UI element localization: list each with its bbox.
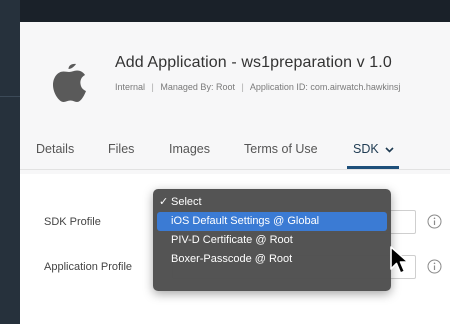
app-title: Add Application - ws1preparation v 1.0 — [115, 54, 392, 71]
tab-details[interactable]: Details — [36, 142, 74, 156]
app-meta-line: Internal | Managed By: Root | Applicatio… — [115, 82, 450, 92]
pointer-cursor-icon — [390, 246, 409, 274]
background-window-strip — [0, 0, 450, 22]
sdk-profile-dropdown-menu: Select iOS Default Settings @ Global PIV… — [153, 189, 391, 291]
app-id: Application ID: com.airwatch.hawkinsj — [249, 82, 401, 92]
dropdown-option-ios-default-settings[interactable]: iOS Default Settings @ Global — [157, 212, 387, 231]
chevron-down-icon — [385, 147, 394, 153]
application-profile-label: Application Profile — [44, 261, 133, 273]
dropdown-option-select[interactable]: Select — [153, 193, 391, 212]
tab-sdk[interactable]: SDK — [353, 142, 394, 156]
meta-separator: | — [151, 82, 154, 92]
background-divider — [0, 96, 20, 97]
background-sidebar-strip — [0, 0, 20, 324]
tab-sdk-label: SDK — [353, 142, 379, 156]
tab-bar: Details Files Images Terms of Use SDK — [20, 142, 450, 172]
tab-images[interactable]: Images — [169, 142, 210, 156]
info-icon[interactable] — [427, 214, 442, 229]
info-icon[interactable] — [427, 259, 442, 274]
meta-separator: | — [241, 82, 244, 92]
tab-terms-of-use[interactable]: Terms of Use — [244, 142, 318, 156]
apple-logo-icon — [53, 63, 86, 102]
dropdown-option-piv-d-certificate[interactable]: PIV-D Certificate @ Root — [153, 231, 391, 250]
sdk-profile-label: SDK Profile — [44, 216, 101, 228]
tab-divider — [20, 169, 450, 170]
dropdown-option-boxer-passcode[interactable]: Boxer-Passcode @ Root — [153, 250, 391, 269]
app-type: Internal — [115, 82, 146, 92]
tab-files[interactable]: Files — [108, 142, 134, 156]
app-managed-by: Managed By: Root — [160, 82, 235, 92]
